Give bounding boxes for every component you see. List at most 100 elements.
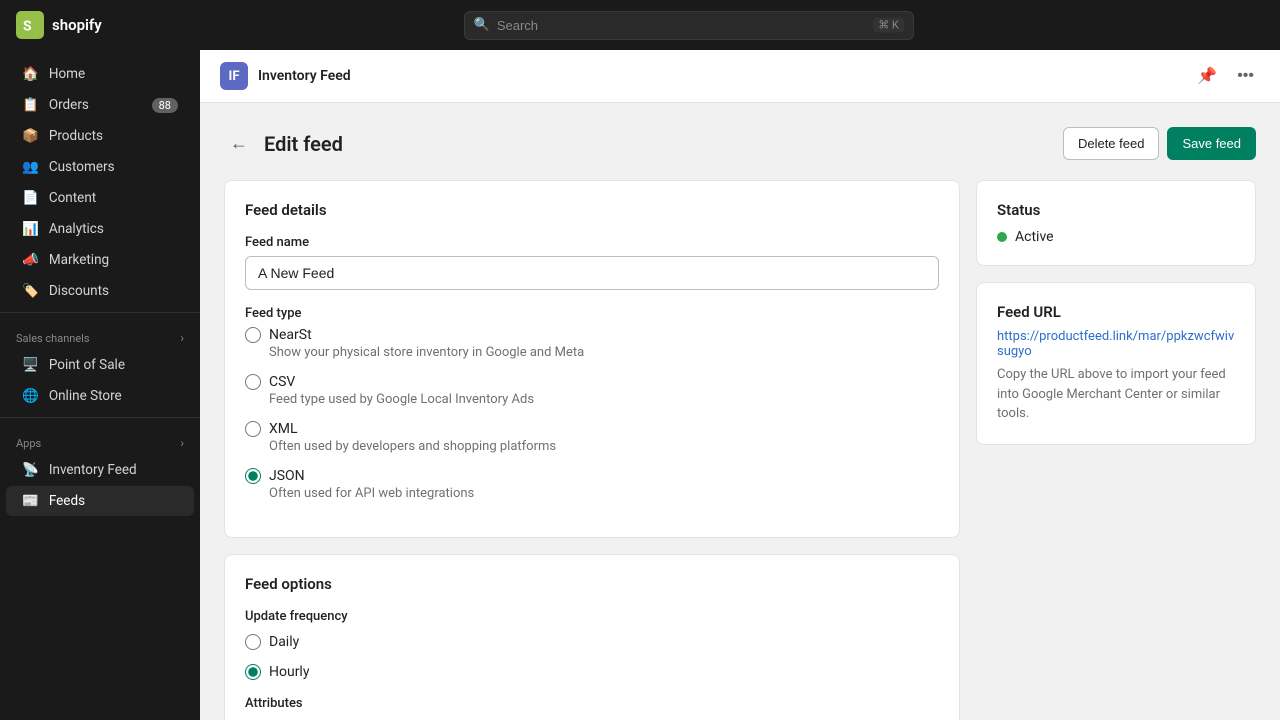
radio-json-label: JSON [269, 468, 305, 484]
customers-icon: 👥 [22, 159, 39, 175]
apps-section: Apps › [0, 424, 200, 454]
sidebar-item-online-store[interactable]: 🌐 Online Store [6, 381, 194, 411]
radio-csv-input[interactable] [245, 374, 261, 390]
content-area: IF Inventory Feed 📌 ••• ← Edit feed Dele… [200, 50, 1280, 720]
sidebar-divider-2 [0, 417, 200, 418]
page-title: Edit feed [264, 132, 343, 156]
page-content: ← Edit feed Delete feed Save feed Feed d… [200, 103, 1280, 720]
radio-hourly-label: Hourly [269, 664, 309, 680]
feeds-icon: 📰 [22, 493, 39, 509]
radio-json-desc: Often used for API web integrations [269, 486, 939, 501]
sidebar-item-feeds[interactable]: 📰 Feeds [6, 486, 194, 516]
products-icon: 📦 [22, 128, 39, 144]
radio-nearst-input[interactable] [245, 327, 261, 343]
channel-icon: IF [220, 62, 248, 90]
inventory-feed-icon: 📡 [22, 462, 39, 478]
sidebar-item-point-of-sale[interactable]: 🖥️ Point of Sale [6, 350, 194, 380]
sales-channels-arrow: › [180, 331, 184, 345]
save-feed-button[interactable]: Save feed [1167, 127, 1256, 160]
topbar: S shopify 🔍 ⌘ K [0, 0, 1280, 50]
discounts-icon: 🏷️ [22, 283, 39, 299]
radio-hourly-input[interactable] [245, 664, 261, 680]
sidebar-item-discounts[interactable]: 🏷️ Discounts [6, 276, 194, 306]
delete-feed-button[interactable]: Delete feed [1063, 127, 1160, 160]
radio-nearst-label: NearSt [269, 327, 312, 343]
store-icon: 🌐 [22, 388, 39, 404]
feed-type-label: Feed type [245, 306, 939, 321]
channel-title-wrap: IF Inventory Feed [220, 62, 351, 90]
feed-url-card: Feed URL https://productfeed.link/mar/pp… [976, 282, 1256, 445]
search-bar: 🔍 ⌘ K [464, 11, 914, 40]
pos-icon: 🖥️ [22, 357, 39, 373]
analytics-icon: 📊 [22, 221, 39, 237]
sidebar-item-products[interactable]: 📦 Products [6, 121, 194, 151]
main-col: Feed details Feed name Feed type NearSt [224, 180, 960, 720]
radio-xml-desc: Often used by developers and shopping pl… [269, 439, 939, 454]
edit-title-wrap: ← Edit feed [224, 131, 343, 156]
orders-badge: 88 [152, 98, 178, 113]
update-freq-label: Update frequency [245, 609, 939, 624]
action-buttons: Delete feed Save feed [1063, 127, 1256, 160]
feed-details-title: Feed details [245, 201, 939, 219]
radio-json: JSON Often used for API web integrations [245, 468, 939, 501]
attributes-section: Attributes storeName ✏️ id ✏️ [245, 696, 939, 720]
radio-xml-input[interactable] [245, 421, 261, 437]
status-card: Status Active [976, 180, 1256, 266]
status-dot [997, 232, 1007, 242]
feed-name-group: Feed name [245, 235, 939, 290]
feed-details-card: Feed details Feed name Feed type NearSt [224, 180, 960, 538]
radio-hourly: Hourly [245, 664, 939, 680]
two-col-layout: Feed details Feed name Feed type NearSt [224, 180, 1256, 720]
content-icon: 📄 [22, 190, 39, 206]
feed-options-card: Feed options Update frequency Daily [224, 554, 960, 720]
feed-url-card-title: Feed URL [997, 303, 1235, 321]
back-button[interactable]: ← [224, 131, 254, 156]
side-col: Status Active Feed URL https://productfe… [976, 180, 1256, 720]
radio-csv-desc: Feed type used by Google Local Inventory… [269, 392, 939, 407]
pin-button[interactable]: 📌 [1191, 62, 1223, 90]
svg-text:S: S [23, 18, 32, 34]
radio-daily-label: Daily [269, 634, 299, 650]
radio-xml-label: XML [269, 421, 298, 437]
radio-xml: XML Often used by developers and shoppin… [245, 421, 939, 454]
more-options-button[interactable]: ••• [1231, 63, 1260, 89]
home-icon: 🏠 [22, 66, 39, 82]
sidebar-divider-1 [0, 312, 200, 313]
sidebar-item-customers[interactable]: 👥 Customers [6, 152, 194, 182]
sidebar-item-orders[interactable]: 📋 Orders 88 [6, 90, 194, 120]
search-input[interactable] [464, 11, 914, 40]
feed-name-input[interactable] [245, 256, 939, 290]
shopify-logo: S shopify [16, 11, 102, 39]
channel-title: Inventory Feed [258, 68, 351, 84]
radio-nearst-desc: Show your physical store inventory in Go… [269, 345, 939, 360]
feed-url-link[interactable]: https://productfeed.link/mar/ppkzwcfwivs… [997, 329, 1235, 359]
feed-options-title: Feed options [245, 575, 939, 593]
orders-icon: 📋 [22, 97, 39, 113]
search-keyboard-shortcut: ⌘ K [873, 18, 904, 33]
sidebar: 🏠 Home 📋 Orders 88 📦 Products 👥 Customer… [0, 50, 200, 720]
channel-header: IF Inventory Feed 📌 ••• [200, 50, 1280, 103]
sidebar-item-analytics[interactable]: 📊 Analytics [6, 214, 194, 244]
sidebar-item-content[interactable]: 📄 Content [6, 183, 194, 213]
radio-daily: Daily [245, 634, 939, 650]
sidebar-item-marketing[interactable]: 📣 Marketing [6, 245, 194, 275]
logo-text: shopify [52, 16, 102, 34]
radio-daily-input[interactable] [245, 634, 261, 650]
radio-csv-label: CSV [269, 374, 295, 390]
feed-type-group: Feed type NearSt Show your physical stor… [245, 306, 939, 501]
update-freq-group: Update frequency Daily Hourl [245, 609, 939, 680]
feed-name-label: Feed name [245, 235, 939, 250]
radio-json-input[interactable] [245, 468, 261, 484]
status-row: Active [997, 229, 1235, 245]
sidebar-item-home[interactable]: 🏠 Home [6, 59, 194, 89]
sidebar-item-inventory-feed[interactable]: 📡 Inventory Feed [6, 455, 194, 485]
search-icon: 🔍 [474, 18, 490, 33]
status-card-title: Status [997, 201, 1235, 219]
attributes-label: Attributes [245, 696, 939, 711]
apps-arrow: › [180, 436, 184, 450]
main-layout: 🏠 Home 📋 Orders 88 📦 Products 👥 Customer… [0, 50, 1280, 720]
feed-url-desc: Copy the URL above to import your feed i… [997, 365, 1235, 424]
sales-channels-section: Sales channels › [0, 319, 200, 349]
radio-nearst: NearSt Show your physical store inventor… [245, 327, 939, 360]
radio-csv: CSV Feed type used by Google Local Inven… [245, 374, 939, 407]
